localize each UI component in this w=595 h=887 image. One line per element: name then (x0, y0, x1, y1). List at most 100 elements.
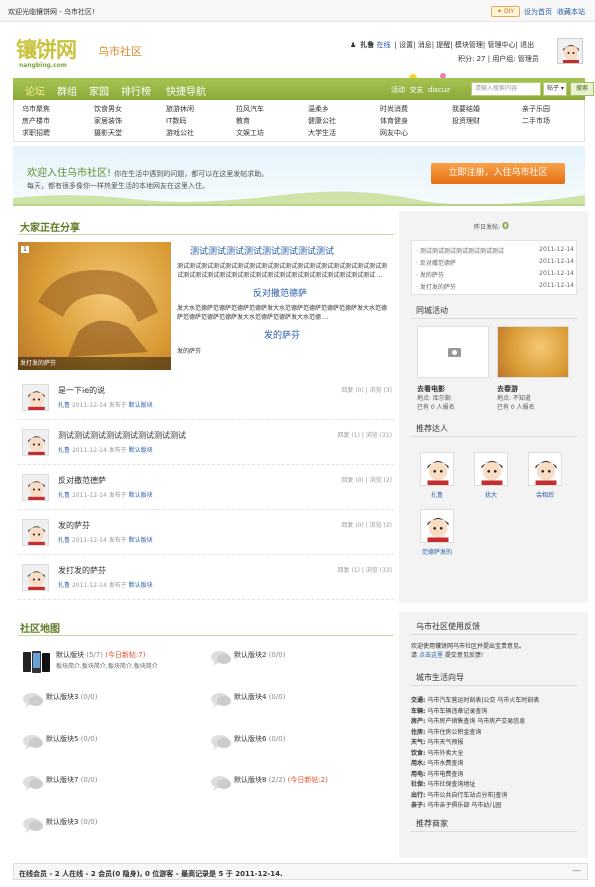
subnav-item[interactable]: 亲子乐园 (522, 104, 550, 114)
user-group-link[interactable]: 用户组: 管理员 (492, 55, 539, 63)
recent-thread[interactable]: · 反对撒范德萨 2011-12-14 (416, 258, 574, 267)
board-item[interactable]: 默认版块6 (0/0) (234, 734, 285, 744)
subnav-item[interactable]: 求职招聘 (22, 128, 50, 138)
subnav-item[interactable]: 体育健身 (380, 116, 408, 126)
member-avatar[interactable] (420, 509, 454, 543)
subnav-item[interactable]: 二手市场 (522, 116, 550, 126)
guide-link[interactable]: 乌市电费查询 (427, 771, 463, 778)
post-avatar[interactable] (22, 429, 49, 456)
board-name[interactable]: 默认版块6 (234, 735, 266, 743)
board-name[interactable]: 默认版块8 (234, 776, 266, 784)
nav-ranking[interactable]: 排行榜 (121, 83, 151, 98)
board-name[interactable]: 默认版块2 (234, 651, 266, 659)
post-title[interactable]: 是一下ie的说 (58, 385, 105, 396)
post-author[interactable]: 扎鲁 (58, 492, 70, 499)
collapse-button[interactable]: — (572, 866, 581, 876)
site-logo[interactable]: 镶饼网 nangbing.com 乌市社区 (16, 34, 142, 69)
post-board[interactable]: 默认版块 (129, 402, 153, 409)
subnav-item[interactable]: 我要结婚 (452, 104, 480, 114)
activity-image-1[interactable] (417, 326, 489, 378)
activity-name-1[interactable]: 去看电影 (417, 384, 445, 394)
subnav-item[interactable]: 游戏公社 (166, 128, 194, 138)
guide-link[interactable]: 乌市汽车营运时刻表|公交 乌市火车时刻表 (427, 697, 539, 704)
recent-thread[interactable]: · 测试测试测试测试测试测试测试 2011-12-14 (416, 246, 574, 255)
chat-bubble-icon[interactable] (22, 775, 44, 791)
nav-discuz[interactable]: discuz (428, 86, 450, 94)
board-item[interactable]: 默认版块3 (0/0) (46, 817, 97, 827)
notifications-link[interactable]: 提醒 (436, 41, 450, 49)
diy-button[interactable]: ✦ DIY (491, 6, 520, 17)
recent-thread[interactable]: · 发的萨芬 2011-12-14 (416, 270, 574, 279)
set-homepage-link[interactable]: 设为首页 (524, 7, 552, 17)
post-board[interactable]: 默认版块 (129, 582, 153, 589)
nav-forum[interactable]: 论坛 (25, 83, 45, 98)
feature-headline-2[interactable]: 反对撒范德萨 (253, 286, 307, 299)
post-author[interactable]: 扎鲁 (58, 537, 70, 544)
post-avatar[interactable] (22, 519, 49, 546)
search-button[interactable]: 搜索 (570, 82, 594, 96)
board-item[interactable]: 默认版块4 (0/0) (234, 692, 285, 702)
subnav-item[interactable]: 投资理财 (452, 116, 480, 126)
member-name[interactable]: 扎鲁 (414, 490, 460, 499)
board-name[interactable]: 默认版块5 (46, 735, 78, 743)
recent-thread[interactable]: · 发打发的萨芬 2011-12-14 (416, 282, 574, 291)
messages-link[interactable]: 消息 (418, 41, 432, 49)
guide-link[interactable]: 乌市房产销售查询 乌市房产交易信息 (427, 718, 525, 725)
member-name[interactable]: 会相后 (522, 490, 568, 499)
post-board[interactable]: 默认版块 (129, 492, 153, 499)
post-avatar[interactable] (22, 474, 49, 501)
subnav-item[interactable]: 大学生活 (308, 128, 336, 138)
subnav-item[interactable]: 文娱工坊 (236, 128, 264, 138)
board-name[interactable]: 默认版块7 (46, 776, 78, 784)
feature-headline[interactable]: 测试测试测试测试测试测试测试测试 (190, 244, 334, 257)
post-title[interactable]: 发打发的萨芬 (58, 565, 106, 576)
chat-bubble-icon[interactable] (22, 817, 44, 833)
subnav-item[interactable]: 教育 (236, 116, 250, 126)
post-title[interactable]: 测试测试测试测试测试测试测试测试 (58, 430, 186, 441)
member-avatar[interactable] (474, 452, 508, 486)
post-board[interactable]: 默认版块 (129, 537, 153, 544)
chat-bubble-icon[interactable] (210, 734, 232, 750)
guide-link[interactable]: 乌市社保查询地址 (427, 781, 475, 788)
nav-home[interactable]: 家园 (89, 83, 109, 98)
subnav-item[interactable]: 拉风汽车 (236, 104, 264, 114)
search-type-select[interactable]: 帖子 ▾ (543, 82, 567, 96)
guide-link[interactable]: 乌市天气预报 (427, 739, 463, 746)
post-title[interactable]: 发的萨芬 (58, 520, 90, 531)
phones-icon[interactable] (22, 650, 50, 673)
post-avatar[interactable] (22, 564, 49, 591)
user-avatar[interactable] (557, 38, 583, 64)
logout-link[interactable]: 退出 (520, 41, 534, 49)
subnav-item[interactable]: 饮食男女 (94, 104, 122, 114)
subnav-item[interactable]: 时尚消费 (380, 104, 408, 114)
board-item[interactable]: 默认版块2 (0/0) (234, 650, 285, 660)
member-avatar[interactable] (528, 452, 562, 486)
guide-link[interactable]: 乌市住房公积金查询 (427, 729, 481, 736)
post-avatar[interactable] (22, 384, 49, 411)
guide-link[interactable]: 乌市外卖大全 (427, 750, 463, 757)
chat-bubble-icon[interactable] (22, 692, 44, 708)
board-item[interactable]: 默认版块5 (0/0) (46, 734, 97, 744)
subnav-item[interactable]: IT数码 (166, 116, 186, 126)
search-input[interactable]: 请输入搜索内容 (471, 82, 541, 96)
board-name[interactable]: 默认版块3 (46, 693, 78, 701)
member-name[interactable]: 扰大 (468, 490, 514, 499)
settings-link[interactable]: 设置 (399, 41, 413, 49)
post-title[interactable]: 反对撒范德萨 (58, 475, 106, 486)
activity-image-2[interactable] (497, 326, 569, 378)
guide-link[interactable]: 乌市亲子俱乐部 乌市幼儿园 (427, 802, 501, 809)
subnav-item[interactable]: 网友中心 (380, 128, 408, 138)
member-avatar[interactable] (420, 452, 454, 486)
feedback-link[interactable]: 点击这里 (419, 652, 443, 659)
member-name[interactable]: 范德萨发的 (414, 547, 460, 556)
chat-bubble-icon[interactable] (210, 775, 232, 791)
board-item[interactable]: 默认版块7 (0/0) (46, 775, 97, 785)
guide-link[interactable]: 乌市水费查询 (427, 760, 463, 767)
chat-bubble-icon[interactable] (210, 692, 232, 708)
guide-link[interactable]: 乌市车辆违章记录查询 (427, 708, 487, 715)
subnav-item[interactable]: 健康公社 (308, 116, 336, 126)
board-name[interactable]: 默认版块4 (234, 693, 266, 701)
subnav-item[interactable]: 房产楼市 (22, 116, 50, 126)
board-item[interactable]: 默认版块3 (0/0) (46, 692, 97, 702)
subnav-item[interactable]: 旅游休闲 (166, 104, 194, 114)
